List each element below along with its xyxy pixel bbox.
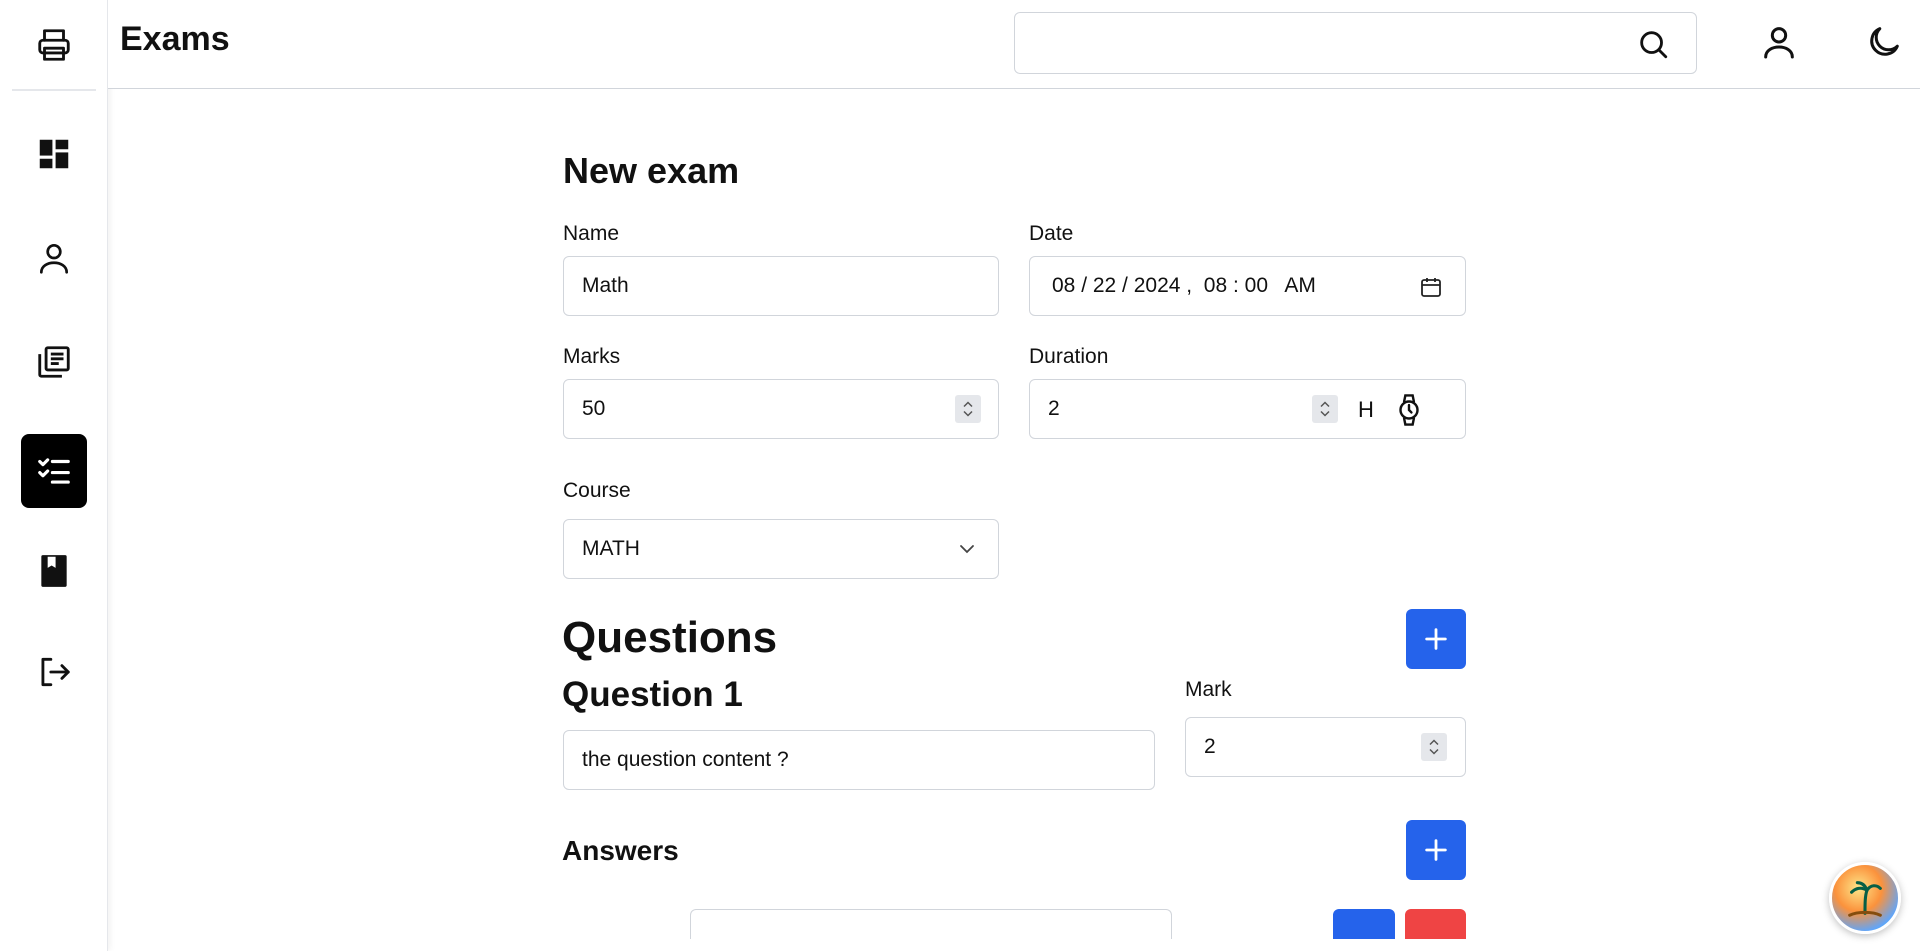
search-icon[interactable] (1636, 27, 1670, 61)
search-box[interactable] (1014, 12, 1697, 74)
dashboard-icon (39, 139, 69, 169)
chevron-down-icon (960, 545, 974, 554)
sidebar-item-exams[interactable] (21, 434, 87, 508)
course-label: Course (563, 479, 631, 502)
sidebar-item-library[interactable] (21, 534, 87, 608)
duration-label: Duration (1029, 345, 1109, 368)
answers-title: Answers (562, 835, 679, 866)
mark-label: Mark (1185, 678, 1232, 701)
library-books-icon (38, 346, 70, 378)
plus-icon (1425, 628, 1447, 650)
course-value: MATH (582, 537, 640, 560)
marks-value: 50 (582, 397, 606, 420)
question-content-input[interactable]: the question content ? (563, 730, 1155, 790)
date-label: Date (1029, 222, 1074, 245)
sidebar-item-courses[interactable] (21, 325, 87, 399)
chevron-up-icon (1320, 401, 1330, 408)
watch-icon (1399, 394, 1419, 426)
chevron-up-icon (963, 401, 973, 408)
page-title: Exams (120, 20, 230, 58)
book-icon (41, 555, 67, 587)
logout-icon (41, 657, 70, 687)
marks-input[interactable]: 50 (563, 379, 999, 439)
question-title: Question 1 (562, 675, 743, 714)
sidebar-logo[interactable] (12, 0, 96, 91)
chevron-up-icon (1429, 739, 1439, 746)
delete-answer-button[interactable] (1405, 909, 1466, 939)
name-value: Math (582, 274, 629, 297)
add-answer-button[interactable] (1406, 820, 1466, 880)
marks-stepper[interactable] (955, 395, 981, 423)
add-question-button[interactable] (1406, 609, 1466, 669)
marks-label: Marks (563, 345, 621, 368)
dark-mode-icon[interactable] (1864, 22, 1904, 62)
duration-value: 2 (1048, 397, 1060, 420)
chevron-down-icon (1429, 748, 1439, 755)
checklist-icon (38, 458, 70, 484)
printer-icon (38, 28, 70, 61)
plus-icon (1425, 839, 1447, 861)
search-input[interactable] (1027, 21, 1617, 65)
mark-stepper[interactable] (1421, 733, 1447, 761)
question-content-value: the question content ? (582, 748, 789, 771)
questions-title: Questions (562, 613, 778, 662)
answer-correct-button[interactable] (1333, 909, 1395, 939)
calendar-icon[interactable] (1419, 275, 1443, 299)
course-select[interactable]: MATH (563, 519, 999, 579)
question-mark-value: 2 (1204, 735, 1216, 758)
name-label: Name (563, 222, 620, 245)
palm-tree-icon (1848, 881, 1882, 917)
question-mark-input[interactable]: 2 (1185, 717, 1466, 777)
sidebar-item-users[interactable] (21, 221, 87, 295)
duration-unit: H (1358, 397, 1374, 422)
profile-icon[interactable] (1759, 22, 1799, 62)
chevron-down-icon (963, 410, 973, 417)
duration-stepper[interactable] (1312, 395, 1338, 423)
sidebar (0, 0, 108, 951)
top-header: Exams (108, 0, 1920, 89)
answer-input[interactable] (690, 909, 1172, 939)
duration-input[interactable]: 2 H (1029, 379, 1466, 439)
sidebar-item-logout[interactable] (21, 635, 87, 709)
date-value: 08 / 22 / 2024 , 08 : 00 AM (1052, 274, 1316, 297)
name-input[interactable]: Math (563, 256, 999, 316)
date-input[interactable]: 08 / 22 / 2024 , 08 : 00 AM (1029, 256, 1466, 316)
sidebar-item-dashboard[interactable] (21, 117, 87, 191)
form-title: New exam (563, 150, 740, 191)
user-icon (39, 243, 69, 274)
assistant-avatar-button[interactable] (1829, 862, 1901, 934)
chevron-down-icon (1320, 410, 1330, 417)
